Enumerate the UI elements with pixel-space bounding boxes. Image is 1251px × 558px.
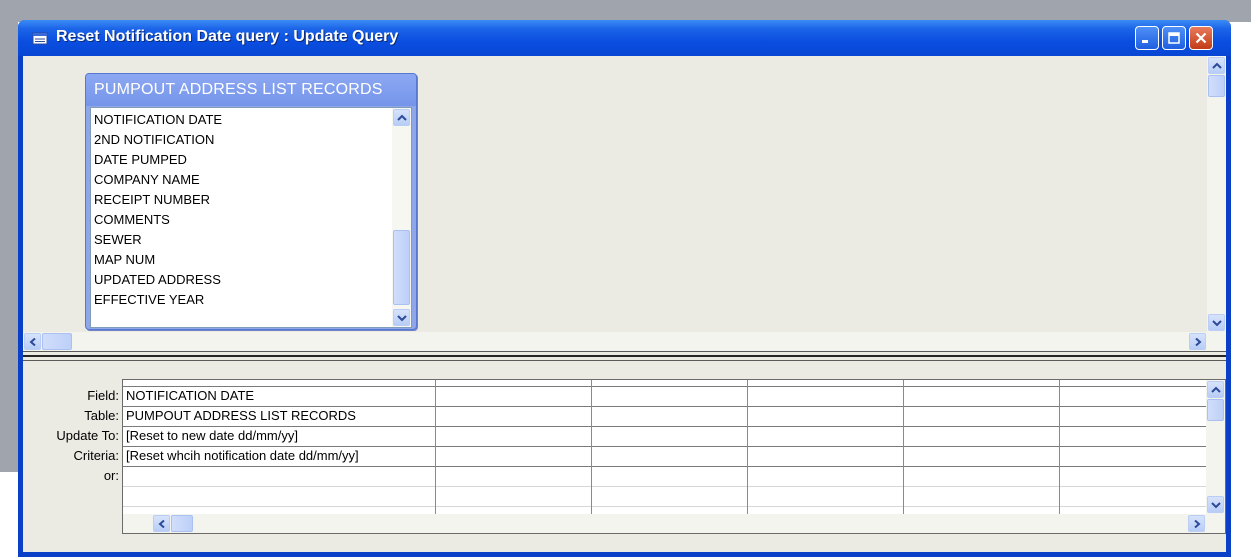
minimize-button[interactable] xyxy=(1135,26,1159,50)
splitter-line xyxy=(23,355,1226,357)
query-window: Reset Notification Date query : Update Q… xyxy=(18,20,1231,557)
field-list[interactable]: NOTIFICATION DATE 2ND NOTIFICATION DATE … xyxy=(90,107,412,328)
grid-cell-table[interactable]: PUMPOUT ADDRESS LIST RECORDS xyxy=(123,406,435,426)
grid-cell-or[interactable] xyxy=(592,466,747,486)
row-label-table: Table: xyxy=(84,408,119,423)
field-list-item[interactable]: DATE PUMPED xyxy=(94,150,187,170)
field-list-item[interactable]: 2ND NOTIFICATION xyxy=(94,130,214,150)
field-list-item[interactable]: NOTIFICATION DATE xyxy=(94,110,222,130)
field-list-item[interactable]: SEWER xyxy=(94,230,142,250)
pane-splitter[interactable] xyxy=(23,351,1226,361)
close-button[interactable] xyxy=(1189,26,1213,50)
scroll-up-button[interactable] xyxy=(1207,381,1224,398)
desktop-background-left xyxy=(0,22,18,472)
design-grid[interactable]: NOTIFICATION DATE PUMPOUT ADDRESS LIST R… xyxy=(122,379,1226,534)
grid-line xyxy=(123,506,1206,507)
scroll-left-button[interactable] xyxy=(24,333,41,350)
grid-cell-table[interactable] xyxy=(748,406,903,426)
scroll-thumb[interactable] xyxy=(1207,399,1224,421)
grid-cell-criteria[interactable] xyxy=(1060,446,1206,466)
grid-cell-table[interactable] xyxy=(592,406,747,426)
chevron-left-icon xyxy=(158,520,165,528)
close-icon xyxy=(1195,32,1207,44)
grid-horizontal-scrollbar[interactable] xyxy=(123,514,1206,533)
field-list-window[interactable]: PUMPOUT ADDRESS LIST RECORDS NOTIFICATIO… xyxy=(85,73,417,330)
chevron-up-icon xyxy=(1212,62,1222,69)
chevron-right-icon xyxy=(1194,520,1201,528)
grid-cell-or[interactable] xyxy=(1060,466,1206,486)
chevron-left-icon xyxy=(29,338,36,346)
scroll-down-button[interactable] xyxy=(1207,496,1224,513)
grid-cell-criteria[interactable] xyxy=(592,446,747,466)
field-list-item[interactable]: MAP NUM xyxy=(94,250,155,270)
desktop-background xyxy=(0,0,1251,22)
scroll-down-button[interactable] xyxy=(1208,314,1225,331)
chevron-right-icon xyxy=(1195,338,1202,346)
grid-cell-field[interactable] xyxy=(592,386,747,406)
table-pane-horizontal-scrollbar[interactable] xyxy=(23,332,1207,351)
grid-cell-criteria[interactable] xyxy=(436,446,591,466)
grid-cell-update-to[interactable]: [Reset to new date dd/mm/yy] xyxy=(123,426,435,446)
title-bar[interactable]: Reset Notification Date query : Update Q… xyxy=(18,20,1231,56)
grid-vertical-scrollbar[interactable] xyxy=(1206,380,1225,533)
grid-cell-update-to[interactable] xyxy=(748,426,903,446)
design-grid-pane[interactable]: Field: Table: Update To: Criteria: or: N… xyxy=(23,361,1226,552)
grid-cell-field[interactable] xyxy=(1060,386,1206,406)
grid-cell-or[interactable] xyxy=(123,466,435,486)
field-list-item[interactable]: EFFECTIVE YEAR xyxy=(94,290,204,310)
grid-cell-field[interactable] xyxy=(904,386,1059,406)
scroll-up-button[interactable] xyxy=(393,109,410,126)
grid-cell-field[interactable]: NOTIFICATION DATE xyxy=(123,386,435,406)
row-label-update-to: Update To: xyxy=(56,428,119,443)
table-pane-vertical-scrollbar[interactable] xyxy=(1207,56,1226,351)
chevron-down-icon xyxy=(1211,502,1221,509)
field-list-item[interactable]: COMMENTS xyxy=(94,210,170,230)
window-frame-bottom xyxy=(18,552,1231,557)
grid-cell-criteria[interactable]: [Reset whcih notification date dd/mm/yy] xyxy=(123,446,435,466)
scroll-left-button[interactable] xyxy=(153,515,170,532)
scroll-thumb[interactable] xyxy=(171,515,193,532)
field-list-title[interactable]: PUMPOUT ADDRESS LIST RECORDS xyxy=(86,74,416,106)
scroll-thumb[interactable] xyxy=(42,333,72,350)
grid-cell-update-to[interactable] xyxy=(1060,426,1206,446)
window-title: Reset Notification Date query : Update Q… xyxy=(56,28,399,45)
chevron-up-icon xyxy=(397,114,407,121)
table-pane[interactable]: PUMPOUT ADDRESS LIST RECORDS NOTIFICATIO… xyxy=(23,56,1226,351)
scroll-thumb[interactable] xyxy=(1208,75,1225,97)
field-list-scrollbar[interactable] xyxy=(392,108,411,327)
grid-cell-table[interactable] xyxy=(1060,406,1206,426)
grid-cell-criteria[interactable] xyxy=(748,446,903,466)
minimize-icon xyxy=(1142,40,1148,43)
row-label-field: Field: xyxy=(87,388,119,403)
maximize-icon xyxy=(1168,32,1180,44)
grid-cell-criteria[interactable] xyxy=(904,446,1059,466)
scroll-down-button[interactable] xyxy=(393,309,410,326)
row-label-or: or: xyxy=(103,468,119,483)
maximize-button[interactable] xyxy=(1162,26,1186,50)
field-list-item[interactable]: COMPANY NAME xyxy=(94,170,200,190)
grid-cell-or[interactable] xyxy=(904,466,1059,486)
field-list-item[interactable]: UPDATED ADDRESS xyxy=(94,270,221,290)
scroll-up-button[interactable] xyxy=(1208,57,1225,74)
grid-cell-table[interactable] xyxy=(436,406,591,426)
grid-cell-field[interactable] xyxy=(436,386,591,406)
grid-line xyxy=(123,486,1206,487)
field-list-item[interactable]: RECEIPT NUMBER xyxy=(94,190,210,210)
grid-cell-or[interactable] xyxy=(436,466,591,486)
grid-cell-update-to[interactable] xyxy=(904,426,1059,446)
scroll-right-button[interactable] xyxy=(1189,333,1206,350)
grid-cell-update-to[interactable] xyxy=(592,426,747,446)
chevron-down-icon xyxy=(397,315,407,322)
query-window-icon[interactable] xyxy=(32,30,48,46)
chevron-down-icon xyxy=(1212,320,1222,327)
grid-cell-field[interactable] xyxy=(748,386,903,406)
grid-cell-or[interactable] xyxy=(748,466,903,486)
grid-cell-update-to[interactable] xyxy=(436,426,591,446)
row-label-criteria: Criteria: xyxy=(73,448,119,463)
chevron-up-icon xyxy=(1211,386,1221,393)
field-list-scroll-thumb[interactable] xyxy=(393,230,410,305)
scroll-right-button[interactable] xyxy=(1188,515,1205,532)
grid-cell-table[interactable] xyxy=(904,406,1059,426)
